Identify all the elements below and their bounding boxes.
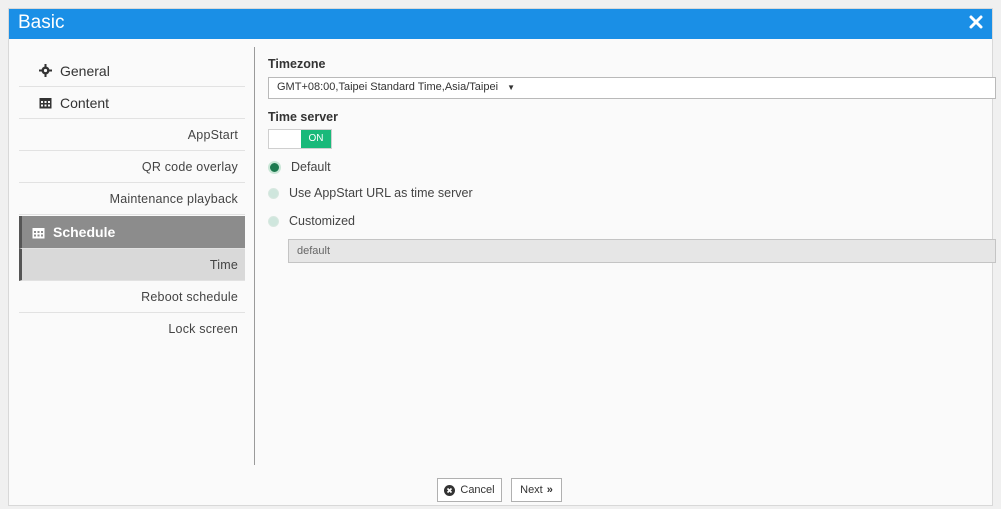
radio-label: Use AppStart URL as time server xyxy=(289,186,473,200)
radio-label: Default xyxy=(291,160,331,174)
sidebar-section-label: Schedule xyxy=(53,224,116,240)
caret-down-icon: ▼ xyxy=(507,83,516,92)
calendar-icon xyxy=(32,226,45,239)
radio-selected-icon xyxy=(268,160,281,174)
dialog-title: Basic xyxy=(18,12,65,33)
next-label: Next xyxy=(520,484,543,496)
radio-unselected-icon xyxy=(268,215,279,227)
sidebar-item-qr-code-overlay[interactable]: QR code overlay xyxy=(19,151,245,183)
sidebar-item-reboot-schedule[interactable]: Reboot schedule xyxy=(19,281,245,313)
cancel-label: Cancel xyxy=(460,484,495,496)
sidebar-divider xyxy=(254,47,255,465)
timezone-value: GMT+08:00,Taipei Standard Time,Asia/Taip… xyxy=(277,81,499,93)
sidebar-item-time[interactable]: Time xyxy=(19,249,245,281)
sidebar-item-appstart[interactable]: AppStart xyxy=(19,119,245,151)
calendar-icon xyxy=(39,96,52,109)
sidebar-section-general[interactable]: General xyxy=(19,55,245,87)
sidebar-section-schedule[interactable]: Schedule xyxy=(19,216,245,249)
time-server-toggle[interactable]: ON xyxy=(268,129,332,149)
settings-sidebar: General Content AppStart QR code overlay… xyxy=(19,55,245,345)
basic-dialog: Basic General Content AppStart QR code o… xyxy=(8,8,996,506)
next-button[interactable]: Next » xyxy=(511,478,562,502)
toggle-state: ON xyxy=(301,130,331,148)
sidebar-item-lock-screen[interactable]: Lock screen xyxy=(19,313,245,345)
custom-time-server-input[interactable] xyxy=(288,239,996,263)
time-server-label: Time server xyxy=(268,110,338,124)
close-icon[interactable] xyxy=(967,13,985,31)
radio-appstart-url[interactable]: Use AppStart URL as time server xyxy=(268,183,473,203)
double-chevron-right-icon: » xyxy=(546,484,553,496)
sidebar-section-content[interactable]: Content xyxy=(19,87,245,119)
radio-customized[interactable]: Customized xyxy=(268,211,355,231)
cancel-button[interactable]: Cancel xyxy=(437,478,502,502)
title-bar: Basic xyxy=(9,9,992,39)
radio-label: Customized xyxy=(289,214,355,228)
cancel-circle-icon xyxy=(444,484,456,496)
radio-unselected-icon xyxy=(268,187,279,199)
sidebar-section-label: General xyxy=(60,62,110,79)
gear-icon xyxy=(39,64,52,77)
sidebar-section-label: Content xyxy=(60,94,110,111)
sidebar-item-maintenance-playback[interactable]: Maintenance playback xyxy=(19,183,245,215)
timezone-select[interactable]: GMT+08:00,Taipei Standard Time,Asia/Taip… xyxy=(268,77,996,99)
timezone-label: Timezone xyxy=(268,57,326,71)
radio-default[interactable]: Default xyxy=(268,157,331,177)
